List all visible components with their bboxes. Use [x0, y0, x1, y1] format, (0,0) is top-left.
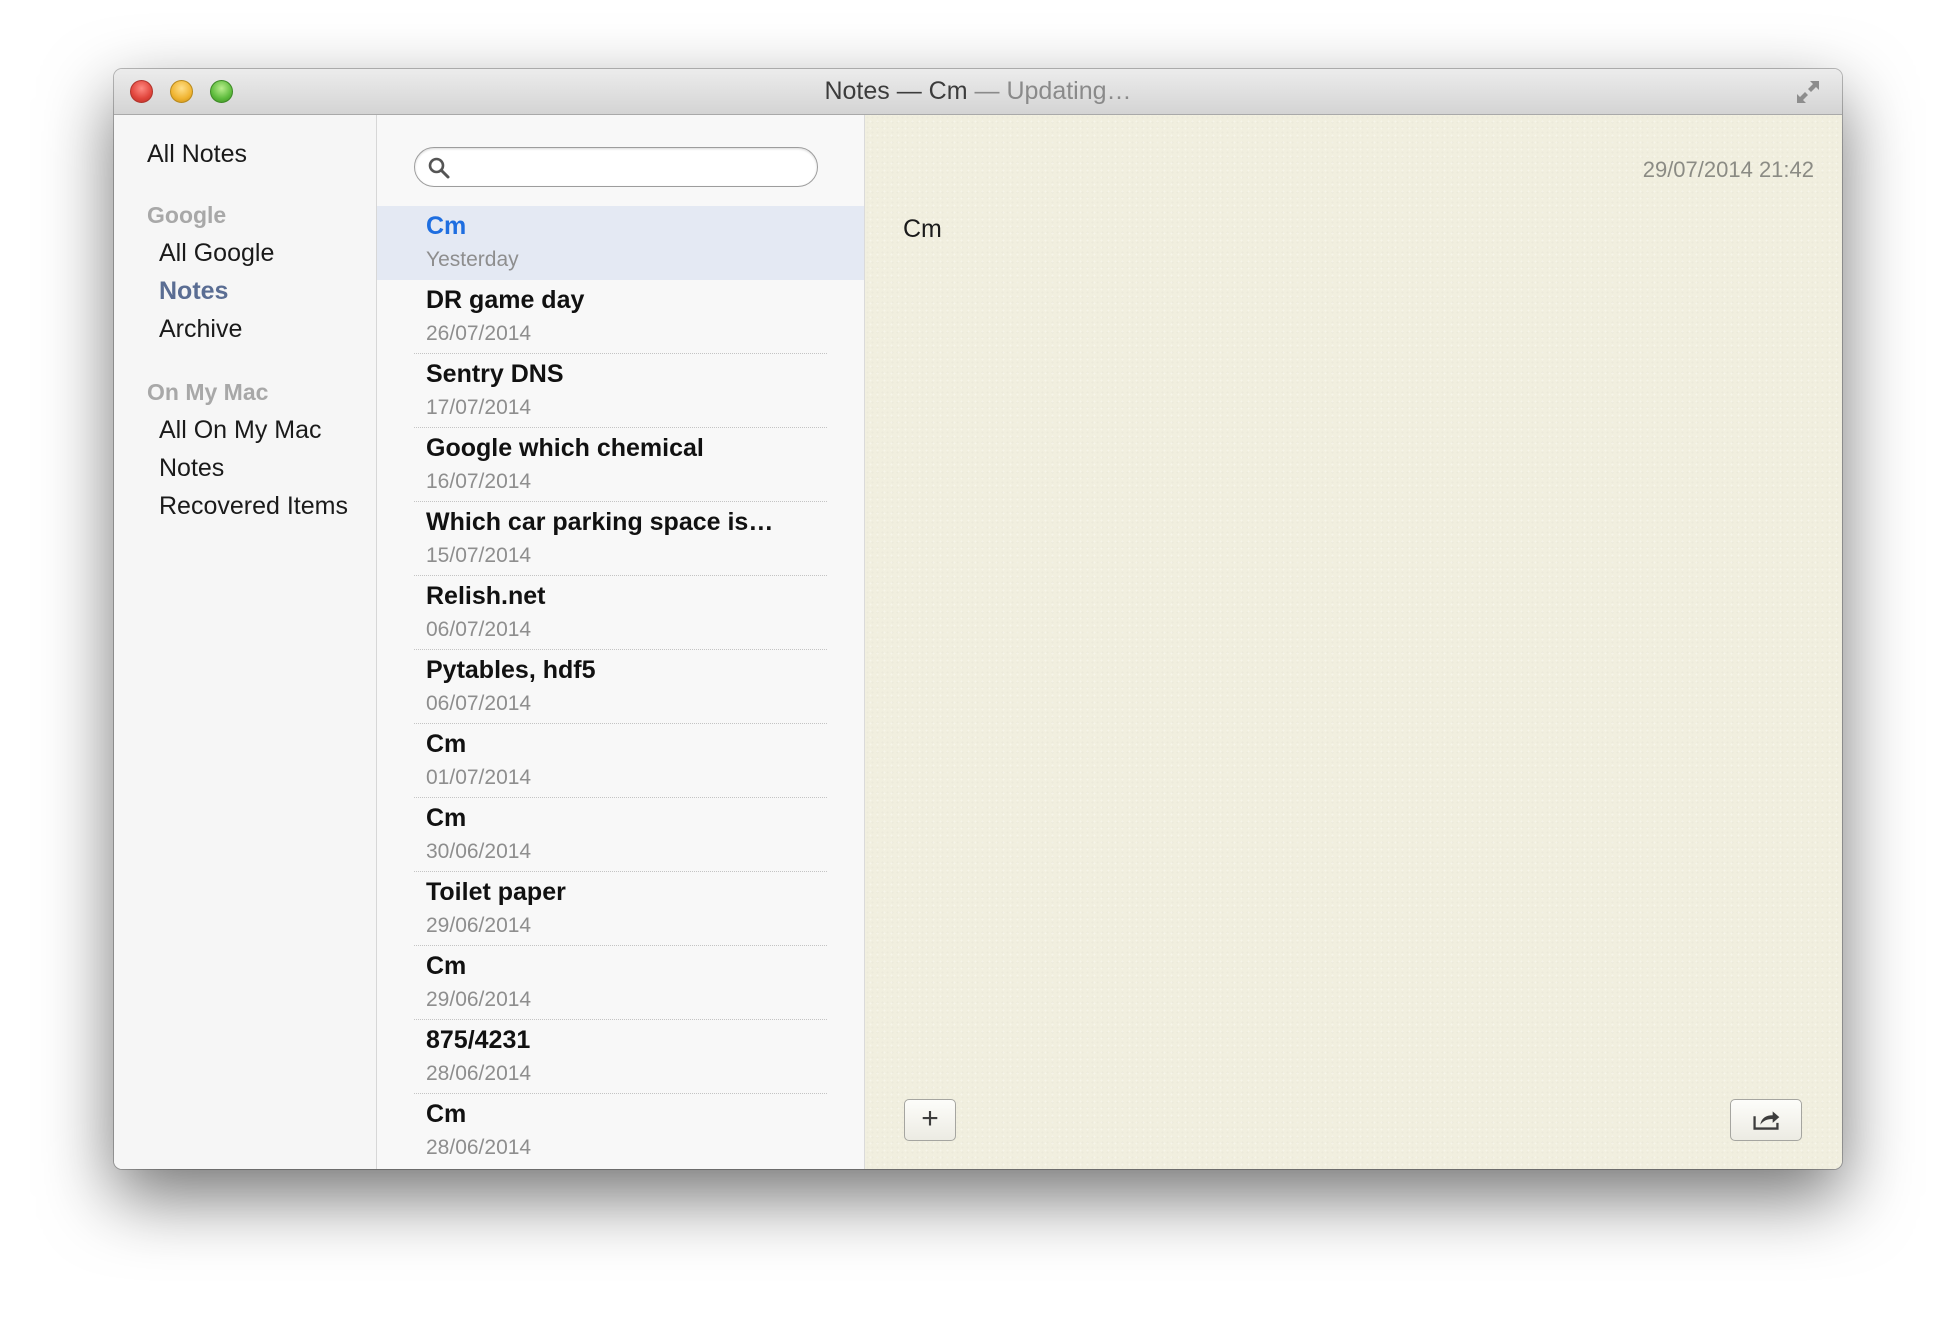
- note-date: 15/07/2014: [426, 544, 532, 567]
- window-title: Notes — Cm — Updating…: [114, 69, 1842, 114]
- note-title: Cm: [426, 1100, 467, 1128]
- note-date: 01/07/2014: [426, 766, 532, 789]
- notes-window: Notes — Cm — Updating… All Notes Google …: [114, 69, 1842, 1169]
- sidebar-item-all-on-my-mac[interactable]: All On My Mac: [159, 416, 322, 445]
- note-editor[interactable]: 29/07/2014 21:42 Cm +: [865, 115, 1842, 1169]
- plus-icon: +: [921, 1102, 939, 1135]
- search-field[interactable]: [414, 147, 818, 187]
- note-list-item[interactable]: Pytables, hdf5 06/07/2014: [377, 650, 864, 724]
- note-date: 16/07/2014: [426, 470, 532, 493]
- share-button[interactable]: [1730, 1099, 1802, 1141]
- window-title-text: Notes — Cm: [824, 77, 968, 105]
- add-note-button[interactable]: +: [904, 1099, 956, 1141]
- title-bar[interactable]: Notes — Cm — Updating…: [114, 69, 1842, 115]
- sidebar-item-recovered-items[interactable]: Recovered Items: [159, 492, 348, 521]
- note-list-item[interactable]: Cm 30/06/2014: [377, 798, 864, 872]
- note-title: Pytables, hdf5: [426, 656, 596, 684]
- note-title: Cm: [426, 804, 467, 832]
- fullscreen-icon[interactable]: [1794, 78, 1822, 106]
- note-date: 17/07/2014: [426, 396, 532, 419]
- note-title: DR game day: [426, 286, 585, 314]
- note-timestamp: 29/07/2014 21:42: [1642, 157, 1814, 182]
- note-title: Which car parking space is…: [426, 508, 774, 536]
- sidebar-item-all-notes[interactable]: All Notes: [147, 140, 247, 169]
- sidebar-item-mac-notes[interactable]: Notes: [159, 454, 224, 483]
- note-list-item[interactable]: DR game day 26/07/2014: [377, 280, 864, 354]
- sidebar: All Notes Google All Google Notes Archiv…: [114, 115, 377, 1169]
- search-input[interactable]: [457, 152, 801, 184]
- note-list-item[interactable]: Cm 29/06/2014: [377, 946, 864, 1020]
- note-list-item[interactable]: Cm 28/06/2014: [377, 1094, 864, 1168]
- search-icon: [428, 157, 450, 179]
- note-date: 29/06/2014: [426, 988, 532, 1011]
- note-list-item[interactable]: Cm Yesterday: [377, 206, 864, 280]
- note-list-item[interactable]: Sentry DNS 17/07/2014: [377, 354, 864, 428]
- note-date: 06/07/2014: [426, 618, 532, 641]
- note-date: 30/06/2014: [426, 840, 532, 863]
- note-date: Yesterday: [426, 248, 519, 271]
- sidebar-item-all-google[interactable]: All Google: [159, 239, 274, 268]
- note-date: 06/07/2014: [426, 692, 532, 715]
- note-date: 29/06/2014: [426, 914, 532, 937]
- note-list-item[interactable]: Which car parking space is… 15/07/2014: [377, 502, 864, 576]
- note-list: Cm Yesterday DR game day 26/07/2014 Sent…: [377, 115, 865, 1169]
- share-icon: [1753, 1111, 1780, 1130]
- sidebar-item-google-notes[interactable]: Notes: [159, 277, 228, 306]
- note-date: 28/06/2014: [426, 1062, 532, 1085]
- note-title: Google which chemical: [426, 434, 704, 462]
- note-title: 875/4231: [426, 1026, 531, 1054]
- note-title: Cm: [426, 730, 467, 758]
- note-date: 28/06/2014: [426, 1136, 532, 1159]
- note-list-item[interactable]: Google which chemical 16/07/2014: [377, 428, 864, 502]
- note-list-item[interactable]: Cm 01/07/2014: [377, 724, 864, 798]
- note-title: Sentry DNS: [426, 360, 564, 388]
- note-date: 26/07/2014: [426, 322, 532, 345]
- sidebar-item-archive[interactable]: Archive: [159, 315, 242, 344]
- window-status-text: — Updating…: [967, 77, 1132, 105]
- sidebar-header-on-my-mac: On My Mac: [147, 379, 269, 405]
- note-body[interactable]: Cm: [903, 215, 942, 244]
- note-list-item[interactable]: 875/4231 28/06/2014: [377, 1020, 864, 1094]
- note-list-item[interactable]: Toilet paper 29/06/2014: [377, 872, 864, 946]
- note-title: Relish.net: [426, 582, 546, 610]
- note-list-item[interactable]: Relish.net 06/07/2014: [377, 576, 864, 650]
- sidebar-header-google: Google: [147, 202, 227, 228]
- note-title: Cm: [426, 212, 467, 240]
- note-title: Toilet paper: [426, 878, 566, 906]
- note-title: Cm: [426, 952, 467, 980]
